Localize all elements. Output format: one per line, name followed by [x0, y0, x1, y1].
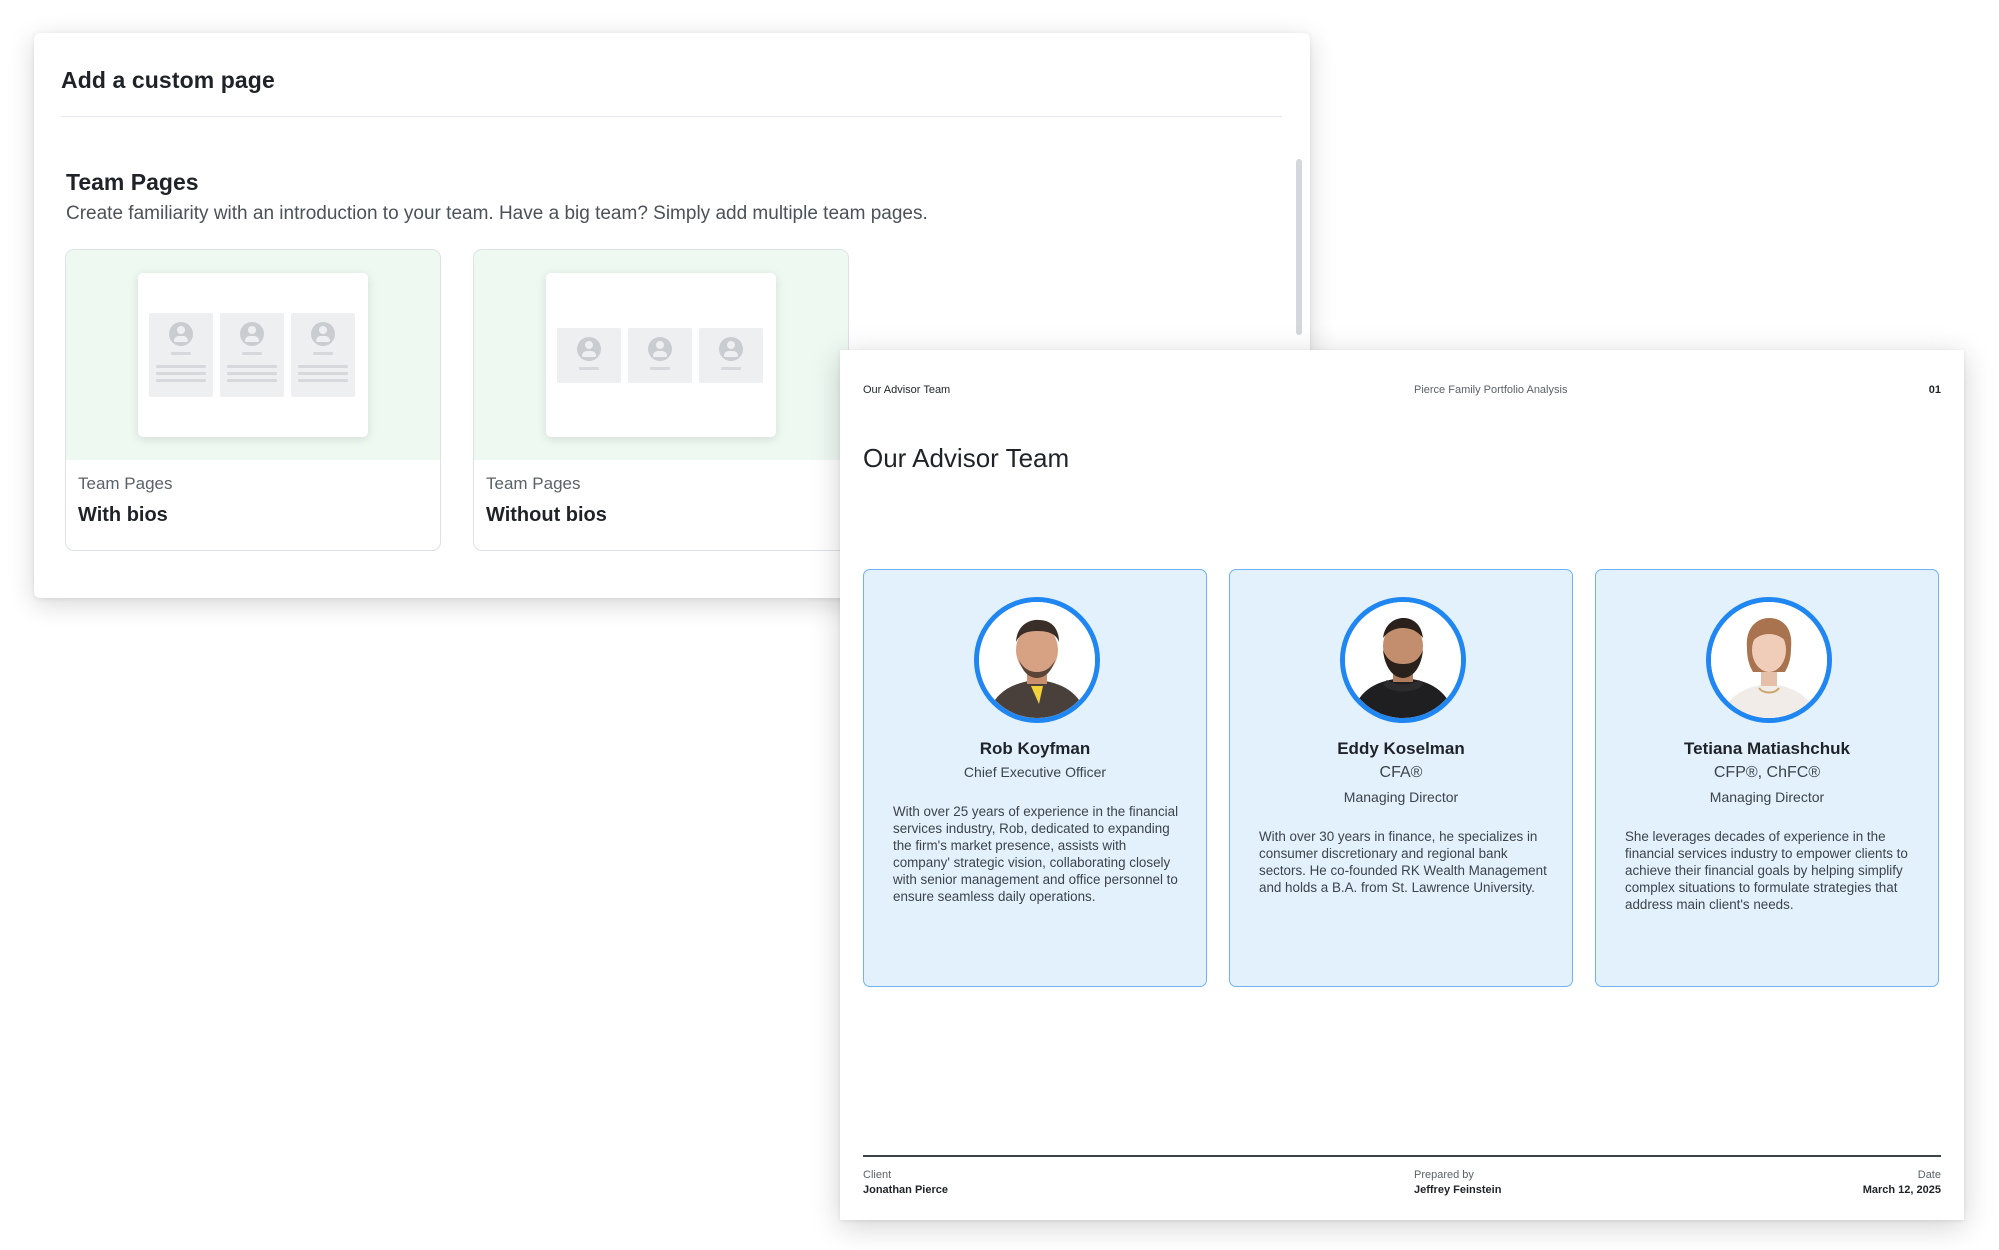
template-name: Without bios: [486, 504, 607, 526]
advisor-card: Eddy Koselman CFA® Managing Director Wit…: [1229, 569, 1573, 987]
advisor-role: Managing Director: [1343, 789, 1459, 805]
footer-prepared-by: Prepared by Jeffrey Feinstein: [1414, 1168, 1501, 1198]
dialog-scrollbar[interactable]: [1296, 159, 1302, 335]
avatar: [1706, 597, 1832, 723]
avatar: [974, 597, 1100, 723]
divider: [61, 116, 1282, 117]
advisor-bio: She leverages decades of experience in t…: [1625, 829, 1908, 912]
report-page: Our Advisor Team Pierce Family Portfolio…: [840, 350, 1964, 1220]
advisor-bio: With over 30 years in finance, he specia…: [1259, 829, 1547, 895]
section-title: Team Pages: [66, 169, 199, 195]
advisor-role: Chief Executive Officer: [963, 764, 1107, 780]
person-placeholder-icon: [169, 322, 193, 346]
template-thumbnail: [546, 273, 776, 437]
template-preview: [66, 250, 440, 460]
page-header-document: Pierce Family Portfolio Analysis: [1414, 384, 1568, 396]
footer-divider: [863, 1155, 1941, 1157]
template-preview: [474, 250, 848, 460]
advisor-credentials: CFP®, ChFC®: [1713, 764, 1821, 781]
section-description: Create familiarity with an introduction …: [66, 203, 928, 224]
footer-client-value: Jonathan Pierce: [863, 1184, 948, 1196]
advisor-role: Managing Director: [1709, 789, 1825, 805]
thumbnail-member-card: [220, 313, 284, 397]
footer-date-value: March 12, 2025: [1862, 1184, 1941, 1196]
template-category: Team Pages: [78, 474, 173, 493]
footer-client-label: Client: [863, 1169, 892, 1181]
person-placeholder-icon: [719, 337, 743, 361]
footer-date: Date March 12, 2025: [1863, 1168, 1941, 1198]
advisor-card: Tetiana Matiashchuk CFP®, ChFC® Managing…: [1595, 569, 1939, 987]
thumbnail-member-card: [149, 313, 213, 397]
template-thumbnail: [138, 273, 368, 437]
footer-date-label: Date: [1917, 1169, 1941, 1181]
page-header-section: Our Advisor Team: [863, 384, 951, 396]
advisor-name: Rob Koyfman: [979, 739, 1091, 758]
thumbnail-member-card: [699, 328, 763, 383]
page-title: Our Advisor Team: [863, 443, 1070, 473]
template-card-without-bios[interactable]: Team Pages Without bios: [473, 249, 849, 551]
footer-client: Client Jonathan Pierce: [863, 1168, 948, 1198]
template-card-with-bios[interactable]: Team Pages With bios: [65, 249, 441, 551]
footer-prepared-value: Jeffrey Feinstein: [1414, 1184, 1502, 1196]
person-placeholder-icon: [648, 337, 672, 361]
page-number: 01: [1928, 384, 1941, 396]
advisor-card: Rob Koyfman Chief Executive Officer With…: [863, 569, 1207, 987]
advisor-name: Tetiana Matiashchuk: [1684, 739, 1850, 758]
person-placeholder-icon: [240, 322, 264, 346]
advisor-name: Eddy Koselman: [1337, 739, 1465, 758]
person-placeholder-icon: [577, 337, 601, 361]
template-name: With bios: [78, 504, 168, 526]
template-category: Team Pages: [486, 474, 581, 493]
advisor-credentials: CFA®: [1379, 764, 1423, 781]
thumbnail-member-card: [557, 328, 621, 383]
person-placeholder-icon: [311, 322, 335, 346]
advisor-bio: With over 25 years of experience in the …: [893, 804, 1179, 904]
avatar: [1340, 597, 1466, 723]
dialog-title: Add a custom page: [61, 67, 275, 93]
thumbnail-member-card: [628, 328, 692, 383]
thumbnail-member-card: [291, 313, 355, 397]
footer-prepared-label: Prepared by: [1414, 1169, 1474, 1181]
